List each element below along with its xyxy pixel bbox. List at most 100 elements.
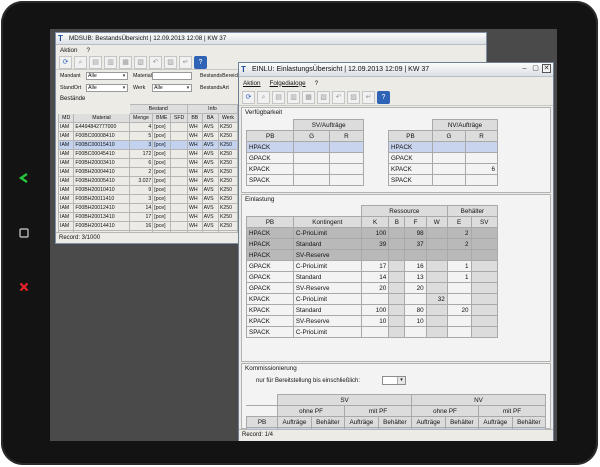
save-icon[interactable]: ▦ [302, 90, 315, 104]
bestandsart-label: BestandsArt [200, 85, 229, 91]
info-group-header: Info [186, 104, 239, 114]
table-cell [465, 174, 498, 186]
table-row[interactable]: IAM F00BC00045410 172 [pce] WH AVS K250 [57, 149, 239, 159]
table-row[interactable]: KPACK Standard 100 80 20 [246, 304, 498, 316]
table-row[interactable]: IAM F00BH20005410 3.027 [pce] WH AVS K250 [57, 176, 239, 186]
minimize-icon[interactable]: – [520, 64, 529, 73]
table-cell: Standard [292, 304, 362, 316]
table-row[interactable]: SPACK [245, 174, 365, 186]
table-cell: 17 [360, 260, 390, 272]
bereitstellung-date-select[interactable]: ▾ [382, 376, 406, 385]
table-row[interactable]: IAM F00BH20013410 17 [pce] WH AVS K250 [57, 212, 239, 222]
table-row[interactable]: HPACK Standard 39 37 2 [246, 238, 498, 250]
help-icon[interactable]: ? [377, 90, 390, 104]
werk-label: Werk [133, 85, 146, 91]
table-cell [170, 194, 188, 204]
table-cell: 32 [425, 293, 448, 305]
back-arrow-icon[interactable] [18, 172, 30, 184]
nv-header: NV [411, 394, 546, 406]
table-row[interactable]: GPACK [245, 152, 365, 164]
status-bar: Record: 1/4 [239, 429, 553, 441]
menu-help[interactable]: ? [315, 80, 319, 87]
copy-icon[interactable]: ▥ [287, 90, 300, 104]
home-square-icon[interactable] [18, 227, 30, 239]
menu-folgedialoge[interactable]: Folgedialoge [270, 80, 306, 87]
table-row[interactable]: HPACK [245, 141, 365, 153]
table-cell: C-PrioLimit [292, 227, 362, 239]
close-x-icon[interactable] [18, 281, 30, 293]
mandant-select[interactable]: Alle ▾ [86, 72, 128, 80]
table-row[interactable]: KPACK SV-Reserve 10 10 [246, 315, 498, 327]
table-cell [328, 141, 365, 153]
table-row[interactable]: GPACK [388, 152, 498, 164]
undo-icon[interactable]: ↶ [149, 56, 162, 69]
refresh-icon[interactable]: ⟳ [242, 90, 255, 104]
table-row[interactable]: GPACK SV-Reserve 20 20 [246, 282, 498, 294]
refresh-icon[interactable]: ⟳ [59, 56, 72, 69]
table-row[interactable]: HPACK SV-Reserve [246, 249, 498, 261]
table-row[interactable]: IAM F00BH20011410 3 [pce] WH AVS K250 [57, 194, 239, 204]
material-label: Material [133, 73, 152, 79]
standort-select[interactable]: Alle ▾ [86, 84, 128, 92]
column-header: G [293, 130, 330, 142]
table-cell [470, 260, 498, 272]
column-header: B [388, 216, 406, 228]
table-cell: WH [186, 185, 203, 195]
nv-header: NV/Aufträge [431, 119, 499, 131]
search-icon[interactable]: ⌕ [74, 56, 87, 69]
table-cell: K250 [217, 158, 239, 168]
table-cell [170, 140, 188, 150]
table-cell: 20 [404, 282, 427, 294]
table-row[interactable]: IAM F00BH20004410 2 [pce] WH AVS K250 [57, 167, 239, 177]
table-cell: AVS [201, 221, 219, 231]
column-header: Menge [128, 113, 154, 123]
table-row[interactable]: IAM F00BH20014410 16 [pce] WH AVS K250 [57, 221, 239, 231]
mandant-label: Mandant [60, 73, 81, 79]
new-icon[interactable]: ▤ [89, 56, 102, 69]
table-cell [425, 238, 448, 250]
close-icon[interactable]: ✕ [542, 64, 551, 73]
table-row[interactable]: KPACK 6 [388, 163, 498, 175]
table-row[interactable]: KPACK [245, 163, 365, 175]
undo-icon[interactable]: ↶ [332, 90, 345, 104]
material-input[interactable] [152, 72, 192, 80]
table-row[interactable]: GPACK C-PrioLimit 17 16 1 [246, 260, 498, 272]
table-row[interactable]: KPACK C-PrioLimit 32 [246, 293, 498, 305]
table-row[interactable]: HPACK C-PrioLimit 100 98 2 [246, 227, 498, 239]
sv-header: SV [277, 394, 413, 406]
table-cell [170, 185, 188, 195]
table-cell: IAM [57, 131, 75, 141]
copy-icon[interactable]: ▥ [104, 56, 117, 69]
table-row[interactable]: IAM F00BC00015410 3 [pce] WH AVS K250 [57, 140, 239, 150]
table-cell: AVS [201, 185, 219, 195]
table-cell: Standard [292, 271, 362, 283]
maximize-icon[interactable]: ▢ [531, 64, 540, 73]
export-icon[interactable]: ↵ [179, 56, 192, 69]
table-row[interactable]: IAM F00BH20010410 9 [pce] WH AVS K250 [57, 185, 239, 195]
search-icon[interactable]: ⌕ [257, 90, 270, 104]
print-icon[interactable]: ▧ [317, 90, 330, 104]
table-cell: 6 [465, 163, 498, 175]
new-icon[interactable]: ▤ [272, 90, 285, 104]
menu-aktion[interactable]: Aktion [243, 80, 261, 87]
table-cell [465, 152, 498, 164]
print-icon[interactable]: ▧ [134, 56, 147, 69]
table-row[interactable]: IAM E4494842777000 4 [pce] WH AVS K250 [57, 122, 239, 132]
save-icon[interactable]: ▦ [119, 56, 132, 69]
delete-icon[interactable]: ▨ [347, 90, 360, 104]
table-row[interactable]: IAM F00BH20012410 14 [pce] WH AVS K250 [57, 203, 239, 213]
table-row[interactable]: HPACK [388, 141, 498, 153]
verfuegbarkeit-title: Verfügbarkeit [245, 109, 283, 116]
werk-select[interactable]: Alle ▾ [152, 84, 192, 92]
export-icon[interactable]: ↵ [362, 90, 375, 104]
table-cell: 20 [360, 282, 390, 294]
table-row[interactable]: IAM F00BC00008410 5 [pce] WH AVS K250 [57, 131, 239, 141]
menu-aktion[interactable]: Aktion [60, 47, 78, 54]
delete-icon[interactable]: ▨ [164, 56, 177, 69]
table-row[interactable]: IAM F00BH20003410 6 [pce] WH AVS K250 [57, 158, 239, 168]
help-icon[interactable]: ? [194, 56, 207, 69]
table-row[interactable]: SPACK [388, 174, 498, 186]
table-row[interactable]: SPACK C-PrioLimit [246, 326, 498, 338]
table-row[interactable]: GPACK Standard 14 13 1 [246, 271, 498, 283]
menu-help[interactable]: ? [87, 47, 91, 54]
